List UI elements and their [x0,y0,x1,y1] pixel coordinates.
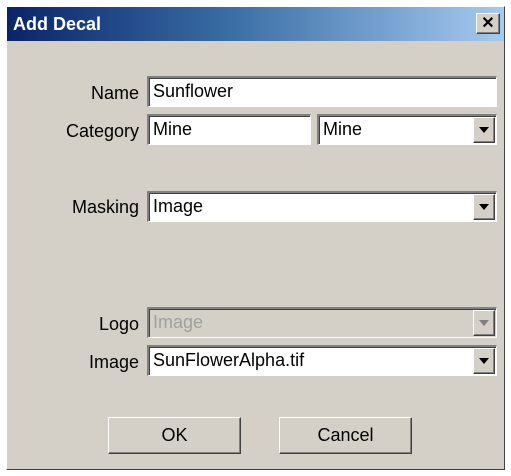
logo-select-value: Image [153,312,204,332]
chevron-down-icon[interactable] [473,194,495,220]
category-select-value: Mine [323,119,363,139]
logo-select: Image [147,307,497,338]
add-decal-dialog: Add Decal ✕ Name Sunflower Category Mine… [6,6,505,470]
name-input[interactable]: Sunflower [147,76,497,107]
cancel-button[interactable]: Cancel [279,417,412,454]
title-bar: Add Decal ✕ [7,7,504,41]
image-select[interactable]: SunFlowerAlpha.tif [147,345,497,376]
image-select-value: SunFlowerAlpha.tif [153,350,305,370]
image-label: Image [88,352,139,372]
masking-select-value: Image [153,196,204,216]
category-select[interactable]: Mine [317,114,497,145]
ok-button[interactable]: OK [108,417,241,454]
masking-label: Masking [71,197,139,217]
category-input[interactable]: Mine [147,114,311,145]
category-label: Category [65,121,139,141]
chevron-down-icon [473,310,495,336]
chevron-down-icon[interactable] [473,117,495,143]
masking-select[interactable]: Image [147,191,497,222]
logo-label: Logo [98,314,139,334]
name-label: Name [90,83,139,103]
close-button[interactable]: ✕ [476,13,500,34]
close-icon: ✕ [481,15,495,32]
window-title: Add Decal [13,14,102,34]
chevron-down-icon[interactable] [473,348,495,374]
